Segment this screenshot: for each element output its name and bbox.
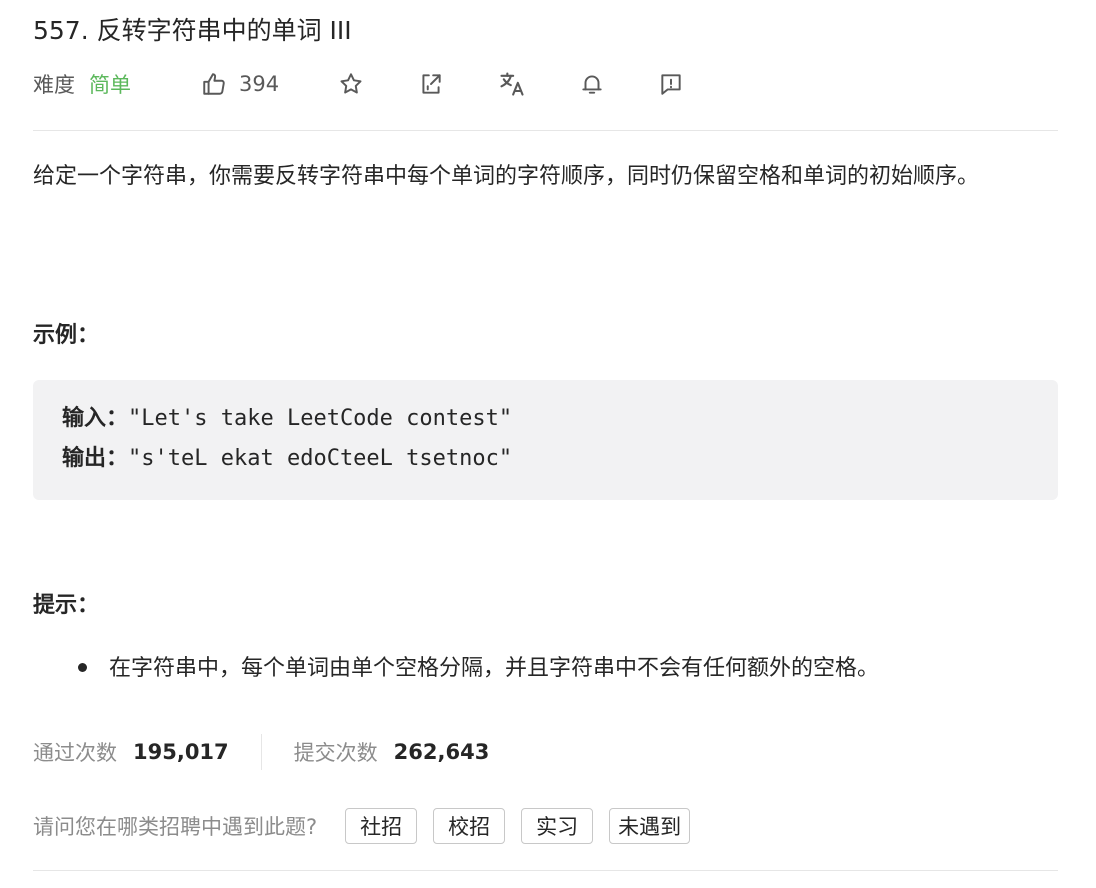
share-icon bbox=[418, 71, 444, 97]
hint-list-item: 在字符串中，每个单词由单个空格分隔，并且字符串中不会有任何额外的空格。 bbox=[78, 652, 879, 686]
example-input-label: 输入： bbox=[62, 406, 129, 431]
subscribe-button[interactable] bbox=[579, 64, 605, 104]
problem-description: 给定一个字符串，你需要反转字符串中每个单词的字符顺序，同时仍保留空格和单词的初始… bbox=[33, 164, 980, 189]
tag-social-recruit-button[interactable]: 社招 bbox=[345, 808, 418, 844]
translate-button[interactable] bbox=[498, 64, 526, 104]
footer-divider bbox=[33, 870, 1058, 871]
example-heading: 示例： bbox=[33, 323, 100, 348]
example-input-line: 输入："Let's take LeetCode contest" bbox=[62, 404, 512, 434]
problem-title: 557. 反转字符串中的单词 III bbox=[33, 16, 352, 45]
submitted-label: 提交次数 bbox=[293, 741, 378, 765]
example-input-value: "Let's take LeetCode contest" bbox=[128, 406, 513, 431]
submitted-value: 262,643 bbox=[393, 740, 490, 764]
interview-survey: 请问您在哪类招聘中遇到此题? 社招 校招 实习 未遇到 bbox=[33, 806, 706, 846]
feedback-button[interactable] bbox=[658, 64, 684, 104]
share-button[interactable] bbox=[418, 64, 444, 104]
header-divider bbox=[33, 130, 1058, 131]
problem-meta-toolbar: 难度 简单 394 bbox=[33, 64, 733, 104]
hints-heading: 提示： bbox=[33, 593, 100, 618]
tag-internship-button[interactable]: 实习 bbox=[521, 808, 594, 844]
star-icon bbox=[338, 71, 364, 97]
translate-icon bbox=[498, 70, 526, 98]
accepted-label: 通过次数 bbox=[33, 741, 117, 765]
hint-text: 在字符串中，每个单词由单个空格分隔，并且字符串中不会有任何额外的空格。 bbox=[109, 656, 880, 681]
example-output-label: 输出： bbox=[62, 446, 129, 471]
difficulty: 难度 简单 bbox=[33, 64, 131, 104]
tag-not-encountered-button[interactable]: 未遇到 bbox=[609, 808, 691, 844]
difficulty-value: 简单 bbox=[89, 73, 131, 97]
submission-stats: 通过次数 195,017 提交次数 262,643 bbox=[33, 732, 489, 772]
stats-divider bbox=[260, 734, 262, 770]
example-output-value: "s'teL ekat edoCteeL tsetnoc" bbox=[128, 446, 513, 471]
thumbs-up-icon bbox=[201, 71, 227, 97]
example-output-line: 输出："s'teL ekat edoCteeL tsetnoc" bbox=[62, 444, 512, 474]
bell-icon bbox=[579, 71, 605, 97]
example-code-block: 输入："Let's take LeetCode contest" 输出："s't… bbox=[33, 380, 1058, 500]
bullet-icon bbox=[78, 662, 87, 672]
feedback-icon bbox=[658, 71, 684, 97]
favorite-button[interactable] bbox=[338, 64, 364, 104]
accepted-value: 195,017 bbox=[133, 740, 229, 764]
interview-question: 请问您在哪类招聘中遇到此题? bbox=[33, 815, 318, 839]
tag-campus-recruit-button[interactable]: 校招 bbox=[433, 808, 506, 844]
like-count: 394 bbox=[239, 72, 280, 96]
like-button[interactable]: 394 bbox=[201, 64, 279, 104]
difficulty-label: 难度 bbox=[33, 73, 75, 97]
